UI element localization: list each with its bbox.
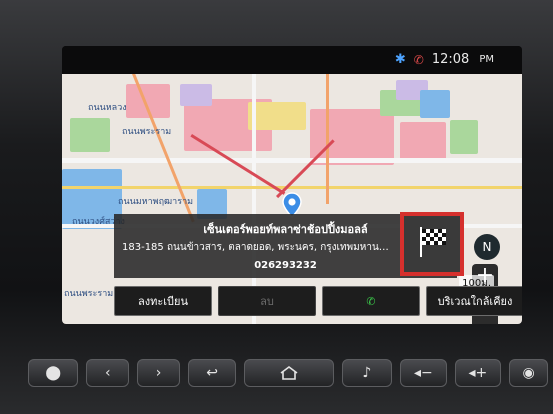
nearby-button[interactable]: บริเวณใกล้เคียง	[426, 286, 522, 316]
music-power-icon: ♪	[362, 365, 372, 381]
map-area-block	[248, 102, 306, 130]
media-power-hardware-button[interactable]: ♪	[341, 359, 393, 387]
touchscreen: ✱ ✆ 12:08 PM ถนนหลวง ถนนวงศ์สว่าง ถนนพระ…	[62, 46, 522, 324]
status-time: 12:08	[431, 52, 470, 67]
nav-hardware-button[interactable]: ⬤	[28, 359, 79, 387]
compass-icon[interactable]: N	[474, 234, 500, 260]
status-ampm: PM	[479, 54, 494, 65]
settings-hardware-button[interactable]: ◉	[509, 359, 549, 387]
back-icon: ↩	[206, 365, 218, 381]
status-bar: ✱ ✆ 12:08 PM	[62, 46, 522, 74]
phone-muted-icon: ✆	[413, 52, 424, 67]
poi-action-bar: ลงทะเบียน ลบ ✆ บริเวณใกล้เคียง	[114, 286, 522, 316]
map-major-road	[326, 74, 329, 204]
map-park-block	[450, 120, 478, 154]
map-water-block	[420, 90, 450, 118]
map-road	[62, 158, 522, 163]
call-button[interactable]: ✆	[322, 286, 420, 316]
volume-up-icon: ◂+	[468, 365, 488, 381]
circle-icon: ◉	[522, 365, 535, 381]
home-icon	[279, 365, 299, 381]
hardware-button-bar: ⬤ ‹ › ↩ ♪ ◂− ◂+ ◉	[28, 356, 549, 390]
map-area-block	[180, 84, 212, 106]
map-area-block	[310, 109, 394, 165]
register-button[interactable]: ลงทะเบียน	[114, 286, 212, 316]
map-area-block	[400, 122, 446, 162]
volume-down-icon: ◂−	[413, 365, 433, 381]
volume-up-hardware-button[interactable]: ◂+	[454, 359, 502, 387]
map-label: ถนนหลวง	[88, 103, 127, 113]
checkered-flag-icon	[414, 224, 450, 264]
delete-button[interactable]: ลบ	[218, 286, 316, 316]
map-park-block	[70, 118, 110, 152]
poi-address: 183-185 ถนนข้าวสาร, ตลาดยอด, พระนคร, กรุ…	[122, 242, 392, 253]
previous-hardware-button[interactable]: ‹	[86, 359, 130, 387]
chevron-left-icon: ‹	[105, 365, 111, 381]
map-label: ถนนมหาพฤฒาราม	[118, 197, 194, 207]
phone-icon: ✆	[366, 294, 376, 308]
back-hardware-button[interactable]: ↩	[187, 359, 237, 387]
bluetooth-icon: ✱	[394, 52, 406, 67]
next-hardware-button[interactable]: ›	[137, 359, 180, 387]
map-major-road	[62, 186, 522, 189]
chevron-right-icon: ›	[155, 365, 162, 381]
navigate-to-destination-button[interactable]	[400, 212, 464, 276]
map-label: ถนนพระราม	[122, 127, 172, 137]
location-icon: ⬤	[45, 365, 62, 381]
status-indicators: ✱ ✆ 12:08 PM	[395, 52, 494, 67]
volume-down-hardware-button[interactable]: ◂−	[400, 359, 447, 387]
home-hardware-button[interactable]	[244, 359, 334, 387]
